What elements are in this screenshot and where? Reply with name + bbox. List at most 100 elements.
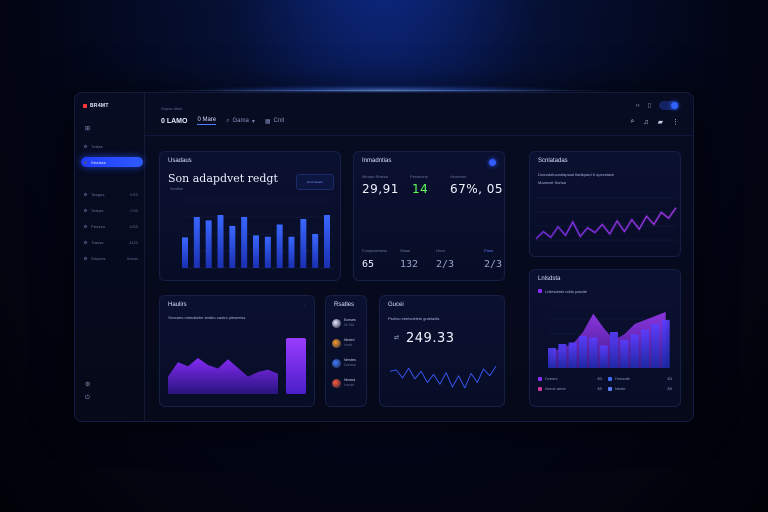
sidebar-item-count: 4120 bbox=[129, 239, 138, 245]
grid-icon[interactable]: ⊞ bbox=[85, 125, 90, 132]
card-title: Inmadntias bbox=[362, 158, 392, 164]
stat-label: Pesmnine bbox=[410, 174, 428, 179]
bar bbox=[312, 234, 319, 268]
list-item-sub: Nt 256 bbox=[344, 323, 355, 327]
legend-label: Nmoe aene bbox=[545, 386, 566, 391]
sub-value: 132 bbox=[400, 259, 419, 270]
sub-label: Poes bbox=[484, 248, 494, 253]
card-headline: Son adapdvet redgt bbox=[168, 172, 278, 185]
tab-label: 0 Mare bbox=[197, 117, 217, 123]
avatar bbox=[332, 338, 341, 348]
bar bbox=[548, 348, 556, 368]
legend-item: Neste $5 bbox=[608, 386, 672, 391]
card-stats: Inmadntias Mmadr Ridesa Pesmnine Hcuerer… bbox=[353, 151, 505, 281]
top-glow-line bbox=[150, 90, 618, 91]
nav-bullet-icon bbox=[84, 256, 87, 260]
stat-label: Mmadr Ridesa bbox=[362, 174, 389, 179]
bar bbox=[253, 235, 259, 268]
card-description-2: Moarcnit Sorisa bbox=[538, 180, 566, 185]
sidebar-item[interactable]: Pesses 1255 bbox=[81, 221, 143, 231]
bar bbox=[579, 336, 587, 368]
card-hourly: Haulirs ⌄ Sexcaes mrtadsebe strabu caotr… bbox=[159, 295, 315, 407]
message-icon[interactable]: ▰ bbox=[658, 118, 663, 126]
stat-value: 14 bbox=[412, 182, 429, 196]
list-item[interactable]: Nmavd Hande bbox=[332, 378, 355, 388]
value-line-chart bbox=[389, 366, 497, 389]
settings-icon[interactable]: ⚙ bbox=[85, 381, 90, 388]
list-item[interactable]: Eonses Nt 256 bbox=[332, 318, 356, 328]
menu-icon[interactable]: ⌄ bbox=[303, 302, 306, 307]
card-description: Doovsistuonsfapsad fiadkpard 6 opecstaxe bbox=[538, 172, 615, 177]
header-actions: ⌕ ♫ ▰ ⋮ bbox=[630, 118, 679, 126]
bar bbox=[630, 334, 639, 368]
bar bbox=[651, 324, 660, 368]
nav-bullet-icon bbox=[84, 240, 87, 244]
bar bbox=[300, 219, 307, 268]
nav-bullet-icon bbox=[84, 144, 87, 148]
sidebar-item[interactable]: Sissers Seeas bbox=[81, 253, 143, 263]
bar bbox=[229, 225, 236, 268]
tab-cnit[interactable]: ▦ Cnit bbox=[265, 118, 284, 125]
legend-item: Dvesrs $3 bbox=[538, 376, 602, 381]
legend-value: $3 bbox=[667, 376, 672, 381]
top-right-controls: ‹› ▯ bbox=[636, 101, 679, 110]
tab-gama[interactable]: ⌕ Gama ▾ bbox=[226, 118, 255, 125]
card-title: Haulirs bbox=[168, 302, 187, 308]
sidebar-item[interactable]: Totsss CS0 bbox=[81, 205, 143, 215]
series-line bbox=[389, 366, 497, 389]
logout-icon[interactable]: ⏻ bbox=[85, 395, 90, 402]
brand-logo[interactable]: BR4MT bbox=[83, 103, 109, 109]
bell-icon[interactable]: ♫ bbox=[643, 119, 648, 126]
calendar-icon: ▦ bbox=[264, 118, 271, 125]
theme-toggle[interactable] bbox=[659, 101, 679, 110]
sidebar-item-label: Seahas bbox=[91, 159, 106, 165]
card-title: Lnlsdsta bbox=[538, 276, 561, 282]
tab-overview[interactable]: 0 LAMO bbox=[161, 118, 187, 125]
tab-mare[interactable]: 0 Mare bbox=[197, 117, 217, 125]
area-fill bbox=[168, 358, 278, 394]
sub-label: Stsae bbox=[400, 248, 411, 253]
series-glow bbox=[534, 206, 678, 240]
sidebar-item[interactable]: Tasgss KSS bbox=[81, 189, 143, 199]
status-dot bbox=[489, 159, 496, 166]
sub-value: 65 bbox=[362, 259, 375, 270]
card-value: Gucei Psdrso ebetvdelets gutetadis ⇄ 249… bbox=[379, 295, 505, 407]
legend-value: $5 bbox=[597, 386, 602, 391]
swap-icon: ⇄ bbox=[394, 335, 400, 341]
list-item[interactable]: Nmerd Hnde bbox=[332, 338, 355, 348]
sidebar-item-label: Tottas bbox=[91, 143, 103, 149]
card-description: Lnllesdmts ndds pasdte bbox=[545, 289, 588, 294]
bar bbox=[276, 224, 283, 268]
bar bbox=[264, 236, 271, 268]
hourly-area-chart bbox=[168, 338, 306, 394]
tab-label: Gama bbox=[232, 118, 249, 124]
usage-bar-chart bbox=[182, 199, 334, 269]
legend-swatch bbox=[608, 386, 612, 391]
expand-icon[interactable]: ‹› bbox=[636, 103, 640, 109]
sidebar-item[interactable]: Tiasss 4120 bbox=[81, 237, 143, 247]
nav-bullet-icon bbox=[84, 192, 87, 196]
bar bbox=[205, 220, 212, 268]
card-title: Rsatles bbox=[334, 302, 355, 308]
sidebar-item-count: CS0 bbox=[130, 207, 138, 213]
list-item-sub: Hande bbox=[344, 383, 355, 387]
card-subtitle: Scntise bbox=[170, 186, 184, 191]
device-icon[interactable]: ▯ bbox=[648, 102, 651, 109]
chevron-down-icon: ▾ bbox=[251, 118, 255, 125]
sidebar-item-label: Pesses bbox=[91, 223, 106, 229]
sidebar-item-count: Seeas bbox=[126, 255, 138, 261]
stat-value: 67%, 05 bbox=[450, 182, 504, 196]
more-icon[interactable]: ⋮ bbox=[672, 118, 679, 126]
list-item[interactable]: Nmvtes Dandss bbox=[332, 358, 356, 368]
sub-label: Hnra bbox=[436, 248, 445, 253]
sidebar-item[interactable]: Seahas bbox=[81, 157, 143, 167]
search-icon[interactable]: ⌕ bbox=[630, 118, 634, 126]
combo-chart bbox=[548, 303, 674, 368]
stat-label: Hcuerers bbox=[450, 174, 467, 179]
avatar bbox=[332, 318, 341, 328]
legend-label: Neste bbox=[615, 386, 626, 391]
sidebar-item[interactable]: Tottas bbox=[81, 141, 143, 151]
bar bbox=[599, 345, 608, 368]
sidebar-item-count: 1255 bbox=[129, 223, 138, 229]
badge-button[interactable]: Hnnt Sesen bbox=[296, 174, 334, 190]
